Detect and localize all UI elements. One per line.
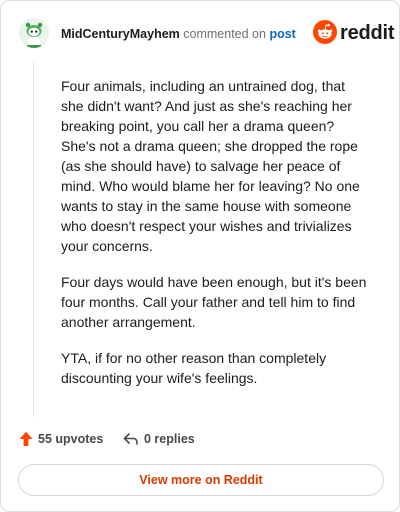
comment-paragraph: YTA, if for no other reason than complet… [61,350,327,386]
upvote-arrow-icon [19,431,33,446]
comment-body: Four animals, including an untrained dog… [61,76,371,404]
thread-line [33,61,34,417]
snoo-avatar-icon[interactable] [19,18,49,48]
comment-header: MidCenturyMayhem commented on post reddi… [19,18,395,50]
reddit-snoo-icon [313,20,337,44]
comment-paragraph: Four days would have been enough, but it… [61,274,367,330]
comment-embed-card: MidCenturyMayhem commented on post reddi… [0,0,400,512]
view-more-on-reddit-button[interactable]: View more on Reddit [18,464,384,496]
reddit-wordmark: reddit [340,22,395,44]
replies-button[interactable]: 0 replies [123,429,195,449]
reddit-logo[interactable]: reddit [313,20,395,46]
commented-on-text: commented on [183,27,266,41]
comment-paragraph: Four animals, including an untrained dog… [61,78,360,254]
comment-actions: 55 upvotes 0 replies [19,429,379,449]
username-link[interactable]: MidCenturyMayhem [61,27,180,41]
upvotes-count: 55 upvotes [38,432,104,446]
post-link[interactable]: post [269,27,295,41]
comment-meta: MidCenturyMayhem commented on post [61,26,296,42]
upvotes-button[interactable]: 55 upvotes [19,429,103,449]
reply-arrow-icon [123,433,138,445]
replies-count: 0 replies [144,432,195,446]
